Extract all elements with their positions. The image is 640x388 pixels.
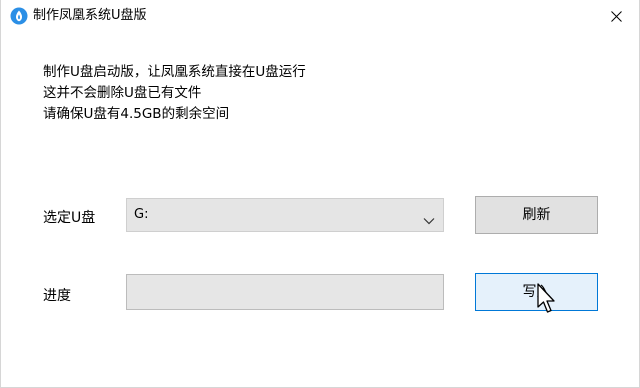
info-line: 这并不会删除U盘已有文件 xyxy=(43,85,202,101)
phoenix-app-icon xyxy=(10,7,28,25)
close-button[interactable] xyxy=(593,0,639,32)
drive-select[interactable]: G: xyxy=(126,198,444,232)
info-text: 制作U盘启动版，让凤凰系统直接在U盘运行 这并不会删除U盘已有文件 请确保U盘有… xyxy=(43,62,306,125)
info-line: 请确保U盘有4.5GB的剩余空间 xyxy=(43,106,230,122)
title-bar: 制作凤凰系统U盘版 xyxy=(1,0,639,32)
chevron-down-icon xyxy=(423,210,435,229)
progress-bar xyxy=(126,274,444,310)
drive-select-value: G: xyxy=(134,207,149,222)
progress-label: 进度 xyxy=(43,288,71,304)
window-title: 制作凤凰系统U盘版 xyxy=(33,8,147,23)
close-icon xyxy=(611,11,622,22)
refresh-button[interactable]: 刷新 xyxy=(475,196,598,234)
drive-select-label: 选定U盘 xyxy=(43,210,96,226)
main-window: 制作凤凰系统U盘版 制作U盘启动版，让凤凰系统直接在U盘运行 这并不会删除U盘已… xyxy=(0,0,640,388)
write-button[interactable]: 写入 xyxy=(475,273,598,311)
info-line: 制作U盘启动版，让凤凰系统直接在U盘运行 xyxy=(43,64,306,80)
